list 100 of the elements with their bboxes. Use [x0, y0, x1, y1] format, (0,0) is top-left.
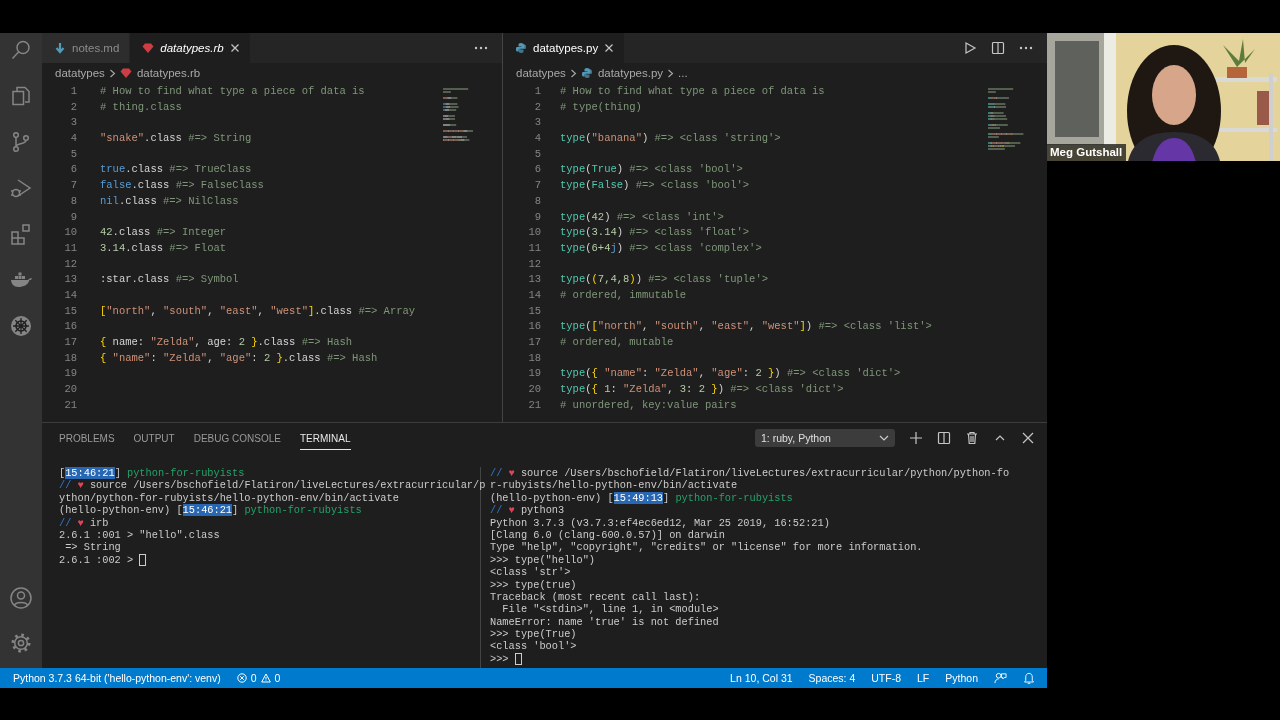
code-line: 42.class #=> Integer — [100, 225, 228, 241]
terminal-line: // ♥ source /Users/bschofield/Flatiron/liveLectures/extracurricular/p — [59, 479, 486, 492]
code-line: type(False) #=> <class 'bool'> — [560, 178, 751, 194]
terminal-line: 2.6.1 :002 > — [59, 553, 135, 567]
files-icon[interactable] — [9, 84, 33, 108]
code-line: :star.class #=> Symbol — [100, 272, 240, 288]
extensions-icon[interactable] — [9, 222, 33, 246]
code-line: # ordered, mutable — [560, 335, 675, 350]
more-icon[interactable] — [474, 46, 488, 50]
terminal-line: // ♥ source /Users/bschofield/Flatiron/liveLectures/extracurricular/python/python-fo — [490, 467, 1010, 480]
problems-status[interactable]: 0 0 — [236, 672, 281, 684]
close-icon[interactable] — [604, 43, 615, 53]
trash-icon[interactable] — [965, 431, 979, 445]
chevron-icon — [108, 68, 116, 78]
status-item[interactable]: UTF-8 — [871, 672, 902, 684]
line-number: 10 — [527, 225, 541, 241]
code-line: # ordered, immutable — [560, 287, 688, 303]
line-number: 6 — [69, 162, 77, 178]
line-number: 2 — [69, 99, 77, 115]
panel-tab[interactable]: PROBLEMS — [59, 426, 115, 450]
status-item[interactable]: Spaces: 4 — [808, 672, 856, 684]
code-line: # unordered, key:value pairs — [560, 397, 738, 413]
settings-icon[interactable] — [9, 631, 33, 655]
terminal-line: <class 'str'> — [490, 566, 571, 579]
line-number: 15 — [63, 303, 77, 319]
code-line: type(3.14) #=> <class 'float'> — [560, 225, 751, 241]
line-number: 4 — [533, 131, 541, 147]
terminal-line: => String — [64, 541, 121, 554]
breadcrumb-item[interactable]: datatypes.py — [597, 67, 664, 79]
line-number: 7 — [533, 178, 541, 194]
terminal-line: [Clang 6.0 (clang-600.0.57)] on darwin — [490, 528, 725, 542]
line-number: 14 — [63, 287, 77, 303]
terminal-line: ython/python-for-rubyists/hello-python-env/bin/activate — [59, 491, 399, 505]
terminal-line: (hello-python-env) [15:49:13] python-for-rubyists — [490, 491, 793, 505]
line-number: 9 — [533, 209, 541, 225]
line-number: 1 — [69, 84, 77, 99]
editor-tab[interactable]: datatypes.py — [503, 33, 626, 63]
close-icon[interactable] — [1021, 431, 1035, 445]
run-icon[interactable] — [963, 41, 977, 55]
editor-tab[interactable]: datatypes.rb — [130, 33, 251, 63]
plus-icon[interactable] — [909, 431, 923, 445]
status-item[interactable]: Ln 10, Col 31 — [730, 672, 793, 684]
line-number: 12 — [63, 256, 77, 272]
code-line: nil.class #=> NilClass — [100, 193, 240, 209]
panel-tab[interactable]: DEBUG CONSOLE — [193, 426, 281, 450]
line-number: 11 — [63, 240, 77, 256]
code-line: "snake".class #=> String — [100, 131, 253, 147]
line-number: 19 — [527, 366, 541, 382]
feedback-icon[interactable] — [994, 671, 1007, 685]
line-number: 20 — [63, 382, 77, 398]
chevron-icon — [569, 68, 577, 78]
line-number: 13 — [63, 272, 77, 288]
terminal-dropdown[interactable]: 1: ruby, Python — [755, 429, 895, 447]
terminal-line: >>> type(true) — [490, 578, 577, 591]
snake-logo-icon — [580, 67, 593, 79]
code-line: # How to find what type a piece of data is — [560, 84, 826, 99]
line-number: 21 — [527, 397, 541, 413]
account-icon[interactable] — [9, 586, 33, 610]
status-item[interactable]: LF — [917, 672, 930, 684]
editor-tab[interactable]: notes.md — [42, 33, 131, 63]
more-icon[interactable] — [1019, 46, 1033, 50]
terminal-line: r-rubyists/hello-python-env/bin/activate — [490, 479, 738, 492]
gem-icon — [142, 42, 155, 54]
code-line: type(True) #=> <class 'bool'> — [560, 162, 744, 178]
breadcrumb-item[interactable]: datatypes — [55, 67, 105, 79]
line-number: 18 — [63, 350, 77, 366]
line-number: 14 — [527, 287, 541, 303]
close-icon[interactable] — [229, 43, 240, 53]
line-number: 16 — [63, 319, 77, 335]
split-editor-icon[interactable] — [991, 41, 1005, 55]
terminal-line: Python 3.7.3 (v3.7.3:ef4ec6ed12, Mar 25 2019, 16:52:21) — [490, 516, 830, 529]
error-icon — [236, 673, 247, 683]
code-line: ["north", "south", "east", "west"].class #=> Array — [100, 303, 417, 319]
line-number: 3 — [533, 115, 541, 131]
terminal-line: >>> type(True) — [490, 628, 577, 641]
line-number: 2 — [533, 99, 541, 115]
run-debug-icon[interactable] — [9, 176, 33, 200]
status-item[interactable]: Python — [945, 672, 978, 684]
split-terminal-icon[interactable] — [937, 431, 951, 445]
line-number: 15 — [527, 303, 541, 319]
bell-icon[interactable] — [1023, 671, 1035, 685]
line-number: 19 — [63, 366, 77, 382]
line-number: 5 — [533, 146, 541, 162]
terminal-line: Type "help", "copyright", "credits" or "license" for more information. — [490, 541, 923, 554]
terminal-line: File "<stdin>", line 1, in <module> — [501, 603, 719, 616]
helm-wheel-icon[interactable] — [9, 314, 33, 338]
terminal-line: >>> — [490, 652, 510, 666]
interpreter-status[interactable]: Python 3.7.3 64-bit ('hello-python-env': venv) — [13, 672, 221, 684]
warning-icon — [260, 673, 271, 683]
panel-tab[interactable]: OUTPUT — [133, 426, 175, 450]
code-line: type(["north", "south", "east", "west"]) #=> <class 'list'> — [560, 319, 933, 335]
line-number: 21 — [63, 397, 77, 413]
code-line: # How to find what type a piece of data is — [100, 84, 366, 99]
code-line: { name: "Zelda", age: 2 }.class #=> Hash — [100, 335, 354, 350]
breadcrumb-item[interactable]: datatypes — [516, 67, 566, 79]
code-line: type({ 1: "Zelda", 3: 2 }) #=> <class 'dict'> — [560, 382, 845, 398]
snake-logo-icon — [515, 42, 527, 54]
panel-tab[interactable]: TERMINAL — [299, 426, 351, 450]
breadcrumb-item[interactable]: datatypes.rb — [136, 67, 201, 79]
breadcrumb-item[interactable]: ... — [678, 67, 688, 79]
